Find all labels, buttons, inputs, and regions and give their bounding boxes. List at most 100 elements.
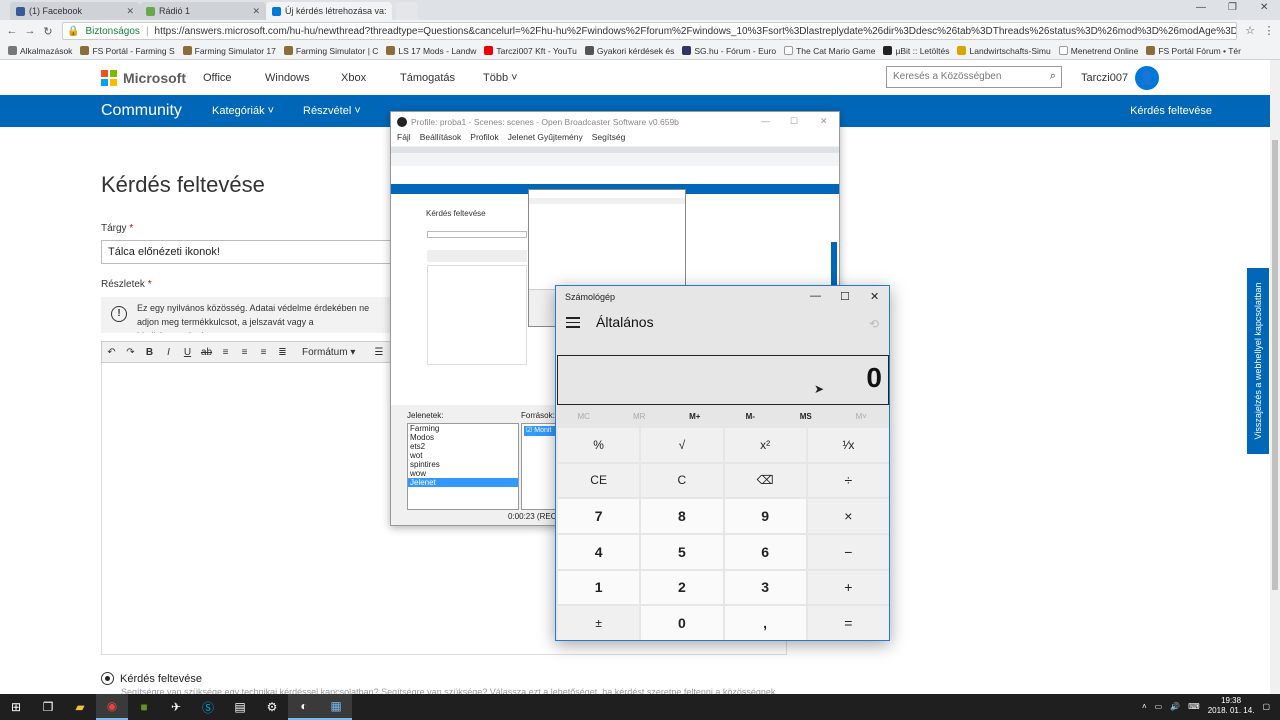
backspace-button[interactable]: ⌫: [724, 463, 806, 498]
list-item[interactable]: Farming: [408, 424, 518, 433]
digit-3-button[interactable]: 3: [724, 570, 806, 605]
digit-0-button[interactable]: 0: [641, 606, 723, 640]
memory-recall-button[interactable]: MR: [612, 408, 668, 426]
square-button[interactable]: x²: [724, 428, 806, 462]
bookmark-item[interactable]: LS 17 Mods - Landw: [386, 46, 476, 56]
tab-radio[interactable]: Rádió 1 ✕: [140, 2, 266, 20]
close-icon[interactable]: ✕: [870, 290, 879, 303]
redo-icon[interactable]: ↷: [121, 347, 140, 358]
menu-icon[interactable]: ⋮: [1260, 24, 1278, 37]
subtract-button[interactable]: −: [807, 535, 889, 569]
format-select[interactable]: Formátum ▾: [302, 347, 355, 358]
bookmark-item[interactable]: The Cat Mario Game: [784, 46, 875, 56]
close-icon[interactable]: ✕: [820, 116, 828, 127]
star-icon[interactable]: ☆: [1241, 24, 1259, 37]
notifications-icon[interactable]: ▢: [1262, 702, 1270, 711]
steam-icon[interactable]: ✈: [160, 694, 192, 720]
tab-microsoft[interactable]: Új kérdés létrehozása va: ✕: [266, 2, 392, 20]
keyboard-icon[interactable]: ⌨: [1188, 702, 1200, 711]
memory-subtract-button[interactable]: M-: [723, 408, 779, 426]
digit-4-button[interactable]: 4: [558, 535, 640, 569]
sqrt-button[interactable]: √: [641, 428, 723, 462]
list-item[interactable]: wow: [408, 469, 518, 478]
nav-more[interactable]: Több ˅: [483, 72, 518, 84]
bookmark-item[interactable]: FS Portál - Farming S: [80, 46, 175, 56]
settings-icon[interactable]: ⚙: [256, 694, 288, 720]
strikethrough-icon[interactable]: ab: [197, 347, 216, 358]
task-view-icon[interactable]: ❐: [32, 694, 64, 720]
list-item[interactable]: ets2: [408, 442, 518, 451]
percent-button[interactable]: %: [558, 428, 640, 462]
radio-selected[interactable]: [101, 672, 114, 685]
maximize-icon[interactable]: ☐: [790, 116, 798, 127]
nav-windows[interactable]: Windows: [265, 72, 310, 84]
bookmark-item[interactable]: SG.hu - Fórum - Euro: [682, 46, 776, 56]
close-icon[interactable]: ✕: [252, 6, 260, 17]
list-item-selected[interactable]: Jelenet: [408, 478, 518, 487]
align-justify-icon[interactable]: ≣: [273, 347, 292, 358]
calculator-taskbar-icon[interactable]: ▦: [320, 694, 352, 720]
calculator-window[interactable]: Számológép — ☐ ✕ Általános ⟲ 0 ➤ MC MR M…: [555, 285, 890, 641]
reload-icon[interactable]: ↻: [39, 25, 57, 38]
url-input[interactable]: 🔒 Biztonságos | https://answers.microsof…: [62, 22, 1237, 40]
community-brand[interactable]: Community: [101, 102, 182, 120]
bookmark-item[interactable]: Alkalmazások: [8, 46, 72, 56]
maximize-icon[interactable]: ☐: [840, 290, 850, 303]
tab-facebook[interactable]: (1) Facebook ✕: [10, 2, 140, 20]
bookmark-item[interactable]: Farming Simulator | C: [283, 46, 378, 56]
digit-7-button[interactable]: 7: [558, 499, 640, 533]
close-icon[interactable]: ✕: [126, 6, 134, 17]
multiply-button[interactable]: ×: [807, 499, 889, 533]
digit-8-button[interactable]: 8: [641, 499, 723, 533]
user-name[interactable]: Tarczi007: [1081, 72, 1128, 84]
bookmark-item[interactable]: FS Portál Fórum • Tér: [1146, 46, 1241, 56]
bookmark-item[interactable]: µBit :: Letöltés: [883, 46, 949, 56]
list-item[interactable]: Modos: [408, 433, 518, 442]
menu-help[interactable]: Segítség: [592, 132, 626, 146]
italic-icon[interactable]: I: [159, 347, 178, 358]
ask-question-link[interactable]: Kérdés feltevése: [1130, 105, 1212, 117]
subject-input[interactable]: Tálca előnézeti ikonok!: [101, 240, 391, 264]
nav-participation[interactable]: Részvétel ˅: [303, 105, 361, 117]
search-icon[interactable]: ⌕: [1050, 70, 1056, 83]
memory-clear-button[interactable]: MC: [556, 408, 612, 426]
underline-icon[interactable]: U: [178, 347, 197, 358]
page-scrollbar[interactable]: [1270, 60, 1280, 700]
community-search-input[interactable]: Keresés a Közösségben ⌕: [886, 66, 1062, 88]
clock[interactable]: 19:38 2018. 01. 14.: [1208, 696, 1255, 716]
minecraft-icon[interactable]: ■: [128, 694, 160, 720]
bookmark-item[interactable]: Menetrend Online: [1058, 46, 1138, 56]
chevron-up-icon[interactable]: ˄: [1142, 702, 1147, 711]
bookmark-item[interactable]: Gyakori kérdések és: [584, 46, 674, 56]
back-icon[interactable]: ←: [3, 25, 21, 37]
volume-icon[interactable]: 🔊: [1170, 702, 1180, 711]
list-item[interactable]: spintires: [408, 460, 518, 469]
source-item[interactable]: ☑ Monit: [524, 426, 558, 436]
minimize-icon[interactable]: —: [810, 290, 821, 302]
scrollbar-thumb[interactable]: [1272, 140, 1278, 590]
align-left-icon[interactable]: ≡: [216, 347, 235, 358]
start-icon[interactable]: ⊞: [0, 694, 32, 720]
add-button[interactable]: +: [807, 570, 889, 605]
menu-scene-collection[interactable]: Jelenet Gyűjtemény: [508, 132, 583, 146]
clear-entry-button[interactable]: CE: [558, 463, 640, 498]
digit-9-button[interactable]: 9: [724, 499, 806, 533]
app-icon[interactable]: ▤: [224, 694, 256, 720]
close-icon[interactable]: ✕: [391, 6, 392, 17]
divide-button[interactable]: ÷: [807, 463, 889, 498]
menu-file[interactable]: Fájl: [397, 132, 411, 146]
history-icon[interactable]: ⟲: [869, 317, 879, 331]
digit-6-button[interactable]: 6: [724, 535, 806, 569]
scene-list[interactable]: Farming Modos ets2 wot spintires wow Jel…: [407, 423, 519, 510]
microsoft-logo[interactable]: Microsoft: [101, 70, 186, 86]
bookmark-item[interactable]: Tarczi007 Kft - YouTu: [484, 46, 577, 56]
avatar[interactable]: 👤: [1135, 66, 1159, 90]
nav-categories[interactable]: Kategóriák ˅: [212, 105, 274, 117]
nav-xbox[interactable]: Xbox: [341, 72, 366, 84]
minimize-icon[interactable]: —: [1196, 2, 1206, 13]
bookmark-item[interactable]: Farming Simulator 17: [182, 46, 276, 56]
nav-support[interactable]: Támogatás: [400, 72, 455, 84]
hamburger-menu-icon[interactable]: [566, 317, 580, 331]
align-right-icon[interactable]: ≡: [254, 347, 273, 358]
skype-icon[interactable]: Ⓢ: [192, 694, 224, 720]
